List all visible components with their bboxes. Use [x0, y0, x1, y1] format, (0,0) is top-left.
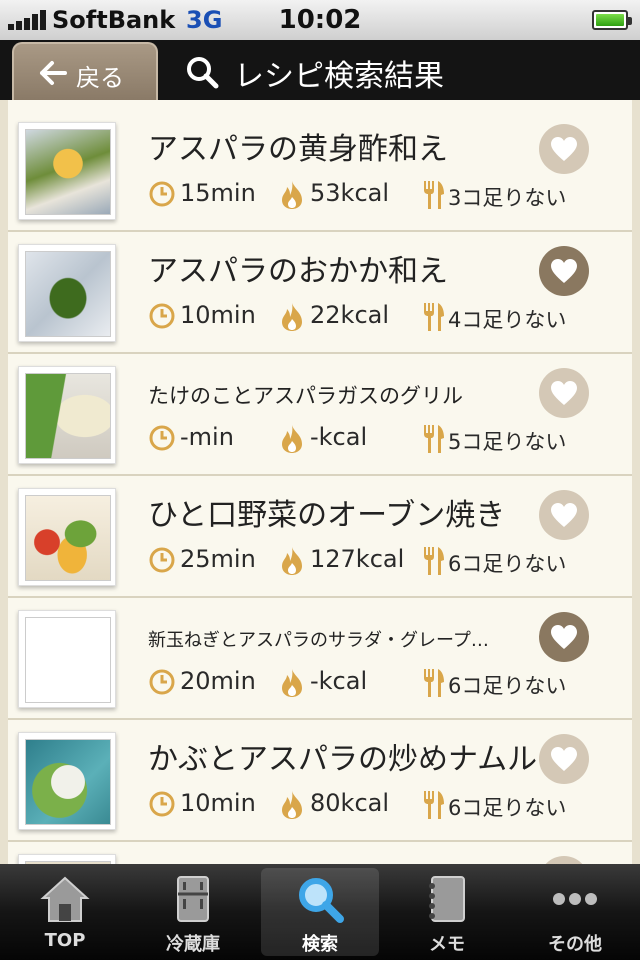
- cooking-time-value: -min: [180, 423, 234, 451]
- recipe-row[interactable]: 新玉ねぎとアスパラのサラダ・グレープ… 20min -kcal 6コ足りない: [8, 598, 632, 720]
- flame-icon: [282, 791, 302, 819]
- recipe-title: 新玉ねぎとアスパラのサラダ・グレープ…: [148, 630, 489, 651]
- recipe-row[interactable]: ひと口野菜のオーブン焼き 25min 127kcal 6コ足りない: [8, 476, 632, 598]
- clock-icon: [149, 181, 175, 207]
- status-bar: SoftBank 3G 10:02: [0, 0, 640, 40]
- calories-value: 53kcal: [310, 179, 390, 207]
- recipe-row[interactable]: アスパラのおかか和え 10min 22kcal 4コ足りない: [8, 232, 632, 354]
- page-title: レシピ検索結果: [234, 59, 444, 94]
- recipe-photo-placeholder: [18, 610, 116, 708]
- recipe-photo: [18, 122, 116, 220]
- flame-icon: [282, 425, 302, 453]
- search-icon: [187, 57, 219, 89]
- cooking-time-value: 10min: [180, 301, 256, 329]
- favorite-button[interactable]: [539, 368, 589, 418]
- recipe-photo: [18, 854, 116, 864]
- search-icon: [299, 878, 344, 923]
- recipe-photo: [18, 366, 116, 464]
- recipe-title: かぶとアスパラの炒めナムル: [148, 742, 538, 777]
- tab-search[interactable]: 検索: [261, 868, 379, 956]
- calories-value: 127kcal: [310, 545, 405, 573]
- missing-ingredients-value: 4コ足りない: [448, 308, 567, 332]
- status-time: 10:02: [278, 5, 362, 35]
- recipe-title: ひと口野菜のオーブン焼き: [148, 498, 506, 533]
- cooking-time-value: 25min: [180, 545, 256, 573]
- clock-icon: [149, 669, 175, 695]
- back-arrow-icon: [40, 61, 67, 85]
- favorite-button[interactable]: [539, 124, 589, 174]
- recipe-photo: [18, 488, 116, 586]
- tab-memo[interactable]: メモ: [388, 868, 506, 956]
- missing-ingredients-value: 6コ足りない: [448, 796, 567, 820]
- favorite-button[interactable]: [539, 490, 589, 540]
- tab-label: 検索: [302, 934, 338, 955]
- fork-knife-icon: [424, 791, 444, 819]
- more-icon: [553, 893, 597, 905]
- back-button[interactable]: 戻る: [12, 42, 158, 100]
- recipe-list: アスパラの黄身酢和え 15min 53kcal 3コ足りない アスパラのおかか和…: [8, 100, 632, 864]
- favorite-button[interactable]: [539, 246, 589, 296]
- recipe-title: アスパラのおかか和え: [148, 254, 448, 289]
- cooking-time-value: 10min: [180, 789, 256, 817]
- tab-label: その他: [548, 934, 602, 955]
- heart-icon: [551, 625, 577, 649]
- recipe-row[interactable]: たけのことアスパラガスのグリル -min -kcal 5コ足りない: [8, 354, 632, 476]
- fridge-icon: [177, 876, 209, 922]
- favorite-button[interactable]: [539, 856, 589, 864]
- clock-icon: [149, 425, 175, 451]
- fork-knife-icon: [424, 669, 444, 697]
- clock-icon: [149, 547, 175, 573]
- recipe-photo: [18, 732, 116, 830]
- recipe-row[interactable]: [8, 842, 632, 864]
- tab-more[interactable]: その他: [516, 868, 634, 956]
- house-icon: [40, 876, 90, 922]
- tab-label: メモ: [429, 934, 465, 955]
- calories-value: -kcal: [310, 667, 368, 695]
- favorite-button[interactable]: [539, 734, 589, 784]
- heart-icon: [551, 381, 577, 405]
- missing-ingredients-value: 6コ足りない: [448, 552, 567, 576]
- tab-top[interactable]: TOP: [6, 868, 124, 956]
- flame-icon: [282, 669, 302, 697]
- fork-knife-icon: [424, 547, 444, 575]
- missing-ingredients-value: 5コ足りない: [448, 430, 567, 454]
- tab-fridge[interactable]: 冷蔵庫: [134, 868, 252, 956]
- heart-icon: [551, 503, 577, 527]
- recipe-photo: [18, 244, 116, 342]
- calories-value: -kcal: [310, 423, 368, 451]
- missing-ingredients-value: 6コ足りない: [448, 674, 567, 698]
- clock-icon: [149, 303, 175, 329]
- tab-label: 冷蔵庫: [166, 934, 220, 955]
- fork-knife-icon: [424, 425, 444, 453]
- flame-icon: [282, 303, 302, 331]
- back-button-label: 戻る: [76, 64, 124, 92]
- recipe-row[interactable]: かぶとアスパラの炒めナムル 10min 80kcal 6コ足りない: [8, 720, 632, 842]
- recipe-title: アスパラの黄身酢和え: [148, 132, 448, 167]
- cooking-time-value: 15min: [180, 179, 256, 207]
- battery-icon: [592, 10, 632, 30]
- favorite-button[interactable]: [539, 612, 589, 662]
- flame-icon: [282, 547, 302, 575]
- fork-knife-icon: [424, 303, 444, 331]
- tab-bar: TOP 冷蔵庫 検索 メモ その他: [0, 864, 640, 960]
- recipe-row[interactable]: アスパラの黄身酢和え 15min 53kcal 3コ足りない: [8, 110, 632, 232]
- heart-icon: [551, 137, 577, 161]
- fork-knife-icon: [424, 181, 444, 209]
- clock-icon: [149, 791, 175, 817]
- calories-value: 80kcal: [310, 789, 390, 817]
- tab-label: TOP: [44, 930, 86, 951]
- notebook-icon: [429, 876, 465, 922]
- calories-value: 22kcal: [310, 301, 390, 329]
- cooking-time-value: 20min: [180, 667, 256, 695]
- heart-icon: [551, 747, 577, 771]
- navigation-bar: 戻る レシピ検索結果: [0, 40, 640, 100]
- flame-icon: [282, 181, 302, 209]
- recipe-list-area[interactable]: アスパラの黄身酢和え 15min 53kcal 3コ足りない アスパラのおかか和…: [0, 100, 640, 864]
- missing-ingredients-value: 3コ足りない: [448, 186, 567, 210]
- recipe-title: たけのことアスパラガスのグリル: [148, 384, 463, 408]
- heart-icon: [551, 259, 577, 283]
